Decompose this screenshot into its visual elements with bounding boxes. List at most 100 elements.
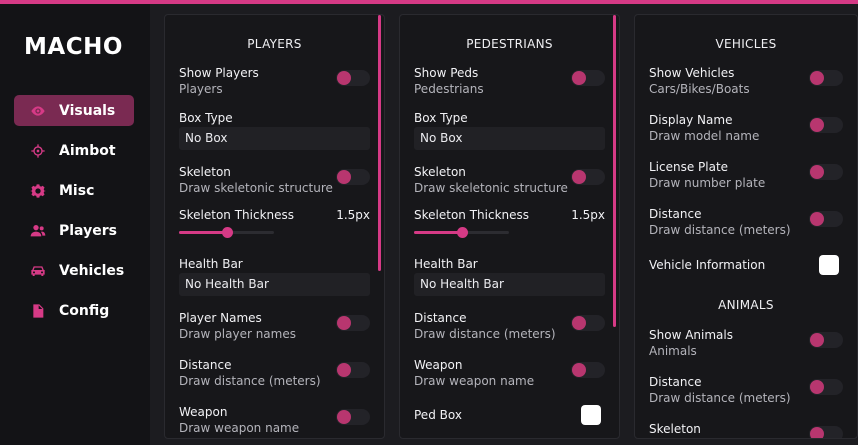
ped-weapon-toggle[interactable] [571, 362, 605, 378]
main-content: PLAYERS Show Players Players Box Type No… [150, 4, 858, 445]
nav-item-vehicles[interactable]: Vehicles [14, 255, 134, 286]
nav-item-players[interactable]: Players [14, 215, 134, 246]
show-peds-toggle[interactable] [571, 70, 605, 86]
car-icon [29, 262, 47, 280]
players-scrollbar[interactable] [378, 15, 381, 271]
crosshair-icon [29, 142, 47, 160]
players-panel: PLAYERS Show Players Players Box Type No… [164, 14, 385, 439]
toggle-knob [810, 427, 824, 438]
toggle-knob [572, 316, 586, 330]
pedestrians-scrollbar[interactable] [613, 15, 616, 327]
app-logo: MACHO [24, 34, 123, 60]
ped-distance-row: Distance Draw distance (meters) [414, 311, 605, 341]
ped-box-type-row: Box Type No Box [414, 111, 605, 159]
nav-item-misc[interactable]: Misc [14, 175, 134, 206]
ped-skeleton-toggle[interactable] [571, 169, 605, 185]
show-players-toggle[interactable] [336, 70, 370, 86]
skeleton-toggle[interactable] [336, 169, 370, 185]
show-animals-row: Show Animals Animals [649, 328, 843, 358]
ped-skeleton-thickness-value: 1.5px [571, 208, 605, 222]
toggle-knob [337, 170, 351, 184]
animal-distance-row: Distance Draw distance (meters) [649, 375, 843, 405]
nav-label: Misc [59, 182, 95, 199]
player-names-toggle[interactable] [336, 315, 370, 331]
health-bar-label: Health Bar [179, 257, 243, 271]
skeleton-thickness-value: 1.5px [336, 208, 370, 222]
ped-skeleton-thickness-slider[interactable] [414, 227, 509, 238]
eye-icon [29, 102, 47, 120]
toggle-knob [337, 71, 351, 85]
health-bar-select[interactable]: No Health Bar [179, 273, 370, 296]
ped-health-bar-label: Health Bar [414, 257, 478, 271]
nav-label: Vehicles [59, 262, 125, 279]
ped-box-type-label: Box Type [414, 111, 468, 125]
player-names-row: Player Names Draw player names [179, 311, 370, 341]
nav-label: Visuals [59, 102, 116, 119]
vehicle-information-checkbox[interactable] [819, 255, 839, 275]
ped-box-label: Ped Box [414, 408, 462, 422]
ped-skeleton-thickness-row: Skeleton Thickness 1.5px [414, 208, 605, 238]
vehicle-distance-toggle[interactable] [809, 211, 843, 227]
license-plate-row: License Plate Draw number plate [649, 160, 843, 190]
show-animals-toggle[interactable] [809, 332, 843, 348]
nav-label: Aimbot [59, 142, 116, 159]
ped-distance-toggle[interactable] [571, 315, 605, 331]
animal-skeleton-row: Skeleton [649, 422, 843, 438]
toggle-knob [810, 380, 824, 394]
skeleton-row: Skeleton Draw skeletonic structure [179, 165, 370, 195]
nav-item-aimbot[interactable]: Aimbot [14, 135, 134, 166]
pedestrians-panel: PEDESTRIANS Show Peds Pedestrians Box Ty… [399, 14, 620, 439]
animals-title: ANIMALS [718, 298, 774, 312]
vehicle-information-row: Vehicle Information [649, 255, 843, 281]
slider-fill [414, 231, 462, 234]
file-icon [29, 302, 47, 320]
toggle-knob [337, 316, 351, 330]
nav-item-visuals[interactable]: Visuals [14, 95, 134, 126]
display-name-row: Display Name Draw model name [649, 113, 843, 143]
toggle-knob [810, 118, 824, 132]
weapon-toggle[interactable] [336, 409, 370, 425]
sidebar: MACHO Visuals Aimbot Misc Players Vehicl… [0, 4, 150, 445]
slider-thumb[interactable] [221, 227, 233, 238]
toggle-knob [810, 333, 824, 347]
animal-skeleton-toggle[interactable] [809, 426, 843, 438]
weapon-row: Weapon Draw weapon name [179, 405, 370, 435]
box-type-select[interactable]: No Box [179, 127, 370, 150]
ped-box-checkbox[interactable] [581, 405, 601, 425]
animal-distance-toggle[interactable] [809, 379, 843, 395]
distance-row: Distance Draw distance (meters) [179, 358, 370, 388]
toggle-knob [572, 363, 586, 377]
nav-label: Config [59, 302, 110, 319]
show-vehicles-row: Show Vehicles Cars/Bikes/Boats [649, 66, 843, 96]
ped-skeleton-row: Skeleton Draw skeletonic structure [414, 165, 605, 195]
skeleton-thickness-row: Skeleton Thickness 1.5px [179, 208, 370, 238]
slider-fill [179, 231, 227, 234]
distance-toggle[interactable] [336, 362, 370, 378]
ped-health-bar-select[interactable]: No Health Bar [414, 273, 605, 296]
vehicles-panel: VEHICLES Show Vehicles Cars/Bikes/Boats … [634, 14, 858, 439]
players-title: PLAYERS [247, 37, 302, 51]
show-vehicles-toggle[interactable] [809, 70, 843, 86]
health-bar-row: Health Bar No Health Bar [179, 257, 370, 305]
nav-label: Players [59, 222, 117, 239]
toggle-knob [572, 170, 586, 184]
ped-box-row: Ped Box [414, 405, 605, 431]
toggle-knob [810, 71, 824, 85]
toggle-knob [810, 212, 824, 226]
vehicles-title: VEHICLES [715, 37, 777, 51]
toggle-knob [810, 165, 824, 179]
ped-weapon-row: Weapon Draw weapon name [414, 358, 605, 388]
toggle-knob [572, 71, 586, 85]
toggle-knob [337, 363, 351, 377]
nav-item-config[interactable]: Config [14, 295, 134, 326]
box-type-row: Box Type No Box [179, 111, 370, 159]
show-players-row: Show Players Players [179, 66, 370, 96]
vehicle-distance-row: Distance Draw distance (meters) [649, 207, 843, 237]
display-name-toggle[interactable] [809, 117, 843, 133]
license-plate-toggle[interactable] [809, 164, 843, 180]
slider-thumb[interactable] [456, 227, 468, 238]
skeleton-thickness-slider[interactable] [179, 227, 274, 238]
vehicle-information-label: Vehicle Information [649, 258, 766, 272]
show-peds-row: Show Peds Pedestrians [414, 66, 605, 96]
ped-box-type-select[interactable]: No Box [414, 127, 605, 150]
